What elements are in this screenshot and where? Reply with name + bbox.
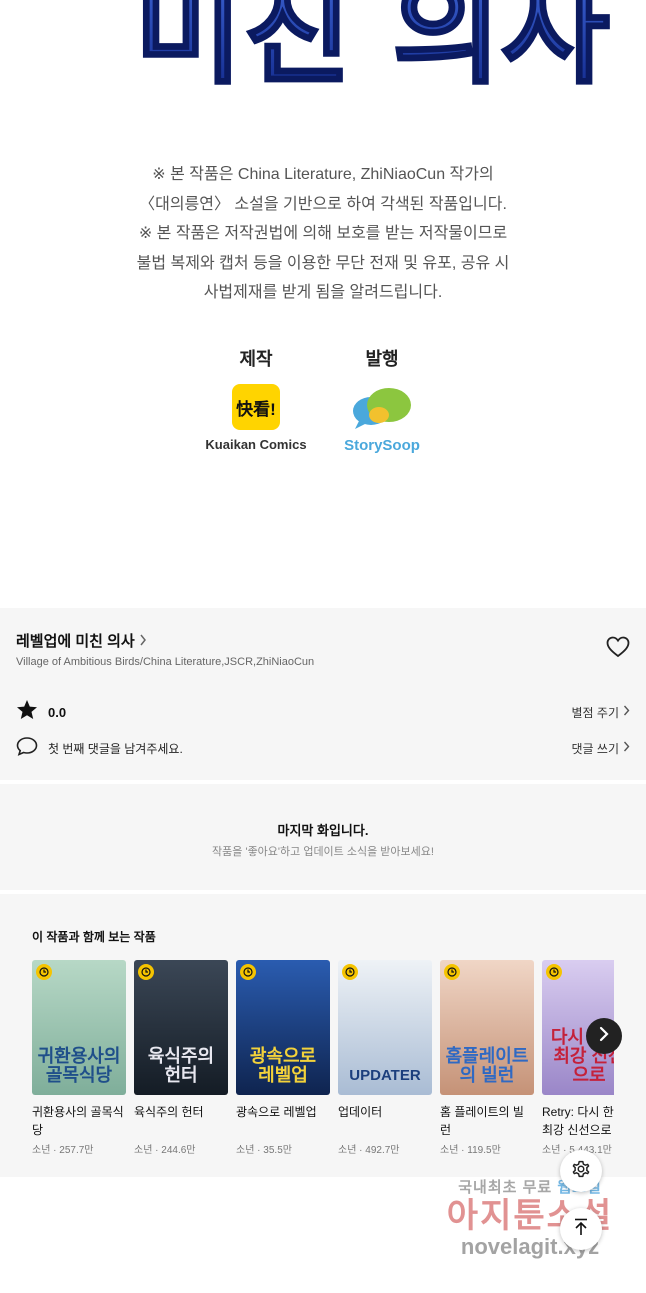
series-title: 레벨업에 미친 의사	[16, 633, 135, 650]
recommendation-card[interactable]: 다시 한 번 최강 신선으로 Retry: 다시 한 번, 최강 신선으로 소년…	[542, 960, 614, 1156]
card-title: 홈 플레이트의 빌런	[440, 1105, 524, 1137]
series-authors: Village of Ambitious Birds/China Literat…	[16, 656, 315, 668]
comment-prompt: 첫 번째 댓글을 남겨주세요.	[48, 741, 183, 756]
episode-end-banner: 미친 의사 ※ 본 작품은 China Literature, ZhiNiaoC…	[0, 0, 646, 608]
title-art-graphic: 미친 의사	[133, 0, 611, 100]
scroll-to-top-button[interactable]	[560, 1208, 602, 1250]
notice-line: 사법제재를 받게 됨을 알려드립니다.	[203, 284, 443, 301]
credits: 제작 快看! Kuaikan Comics 발행 StorySoop	[0, 345, 646, 455]
last-episode-panel: 마지막 화입니다. 작품을 '좋아요'하고 업데이트 소식을 받아보세요!	[0, 784, 646, 890]
recommendation-card[interactable]: UPDATER 업데이터 소년 · 492.7만	[338, 960, 432, 1156]
clock-icon	[342, 964, 358, 980]
recommendation-card[interactable]: 홈플레이트의 빌런 홈 플레이트의 빌런 소년 · 119.5만	[440, 960, 534, 1156]
recommendation-card[interactable]: 광속으로 레벨업 광속으로 레벨업 소년 · 35.5만	[236, 960, 330, 1156]
card-title: 귀환용사의 골목식당	[32, 1105, 124, 1137]
card-meta: 소년 · 257.7만	[32, 1145, 94, 1156]
cover-thumbnail[interactable]: 광속으로 레벨업	[236, 960, 330, 1095]
star-icon	[16, 699, 38, 725]
copyright-notice: ※ 본 작품은 China Literature, ZhiNiaoCun 작가의…	[0, 160, 646, 308]
clock-icon	[138, 964, 154, 980]
clock-icon	[36, 964, 52, 980]
watermark-line3: novelagit.xyz	[460, 1234, 600, 1259]
clock-icon	[444, 964, 460, 980]
cover-title: 육식주의 헌터	[147, 1046, 215, 1085]
publisher-credit: 발행 StorySoop	[322, 345, 442, 454]
production-label: 제작	[239, 349, 273, 369]
chevron-right-icon	[598, 1026, 610, 1047]
production-name: Kuaikan Comics	[205, 437, 307, 452]
chevron-right-icon	[139, 633, 147, 649]
card-meta: 소년 · 492.7만	[338, 1145, 400, 1156]
clock-icon	[546, 964, 562, 980]
recommendations-heading: 이 작품과 함께 보는 작품	[32, 930, 156, 944]
rating-row: 0.0 별점 주기	[16, 700, 630, 724]
card-meta: 소년 · 244.6만	[134, 1145, 196, 1156]
notice-line: ※ 본 작품은 China Literature, ZhiNiaoCun 작가의	[152, 166, 494, 183]
card-title: 육식주의 헌터	[134, 1105, 204, 1119]
recommendation-card[interactable]: 육식주의 헌터 육식주의 헌터 소년 · 244.6만	[134, 960, 228, 1156]
comment-row: 첫 번째 댓글을 남겨주세요. 댓글 쓰기	[16, 736, 630, 760]
kuaikan-logo: 快看!	[196, 379, 316, 435]
chevron-right-icon	[623, 741, 630, 755]
cover-thumbnail[interactable]: 홈플레이트의 빌런	[440, 960, 534, 1095]
chevron-right-icon	[623, 705, 630, 719]
notice-line: 불법 복제와 캡처 등을 이용한 무단 전재 및 유포, 공유 시	[136, 254, 510, 272]
recommendations-carousel: 귀환용사의 골목식당 귀환용사의 골목식당 소년 · 257.7만 육식주의 헌…	[32, 960, 614, 1170]
rate-button-label: 별점 주기	[571, 705, 620, 720]
speech-bubble-icon	[16, 736, 38, 761]
notice-line: ※ 본 작품은 저작권법에 의해 보호를 받는 저작물이므로	[138, 225, 508, 242]
card-meta: 소년 · 119.5만	[440, 1145, 501, 1156]
cover-thumbnail[interactable]: 귀환용사의 골목식당	[32, 960, 126, 1095]
production-credit: 제작 快看! Kuaikan Comics	[196, 345, 316, 452]
card-title: 업데이터	[338, 1105, 383, 1119]
gear-icon	[570, 1158, 592, 1185]
settings-button[interactable]	[560, 1150, 602, 1192]
card-meta: 소년 · 35.5만	[236, 1145, 292, 1156]
cover-thumbnail[interactable]: 육식주의 헌터	[134, 960, 228, 1095]
arrow-up-icon	[573, 1218, 589, 1241]
write-comment-label: 댓글 쓰기	[571, 741, 620, 756]
last-episode-title: 마지막 화입니다.	[277, 823, 369, 838]
rating-value: 0.0	[48, 704, 67, 720]
watermark-line1-a: 국내최초 무료	[458, 1179, 553, 1196]
card-title: Retry: 다시 한 번, 최강 신선으로	[542, 1105, 614, 1137]
cover-title: 광속으로 레벨업	[249, 1046, 317, 1085]
cover-title: UPDATER	[349, 1067, 421, 1084]
last-episode-subtitle: 작품을 '좋아요'하고 업데이트 소식을 받아보세요!	[212, 846, 434, 858]
heart-icon[interactable]	[606, 636, 632, 660]
storysoop-bubble-icon	[353, 388, 411, 429]
title-art-text: 미친 의사	[134, 0, 609, 100]
cover-title: 귀환용사의 골목식당	[37, 1046, 121, 1085]
series-info-panel: 레벨업에 미친 의사 Village of Ambitious Birds/Ch…	[0, 608, 646, 780]
carousel-next-button[interactable]	[586, 1018, 622, 1054]
recommendation-card[interactable]: 귀환용사의 골목식당 귀환용사의 골목식당 소년 · 257.7만	[32, 960, 126, 1156]
card-title: 광속으로 레벨업	[236, 1105, 317, 1119]
publisher-name: StorySoop	[344, 437, 420, 454]
clock-icon	[240, 964, 256, 980]
write-comment-button[interactable]: 댓글 쓰기	[572, 740, 631, 757]
rate-button[interactable]: 별점 주기	[572, 704, 631, 721]
kuaikan-logo-text: 快看!	[236, 399, 276, 419]
publisher-label: 발행	[365, 349, 399, 369]
notice-line: 〈대의릉연〉 소설을 기반으로 하여 각색된 작품입니다.	[139, 195, 507, 213]
cover-title: 홈플레이트의 빌런	[445, 1046, 529, 1085]
recommendations-panel: 이 작품과 함께 보는 작품 귀환용사의 골목식당 귀환용사의 골목식당 소년 …	[0, 894, 646, 1177]
cover-thumbnail[interactable]: UPDATER	[338, 960, 432, 1095]
storysoop-logo	[322, 379, 442, 435]
title-art: 미친 의사	[0, 0, 646, 100]
series-title-link[interactable]: 레벨업에 미친 의사	[16, 630, 147, 651]
